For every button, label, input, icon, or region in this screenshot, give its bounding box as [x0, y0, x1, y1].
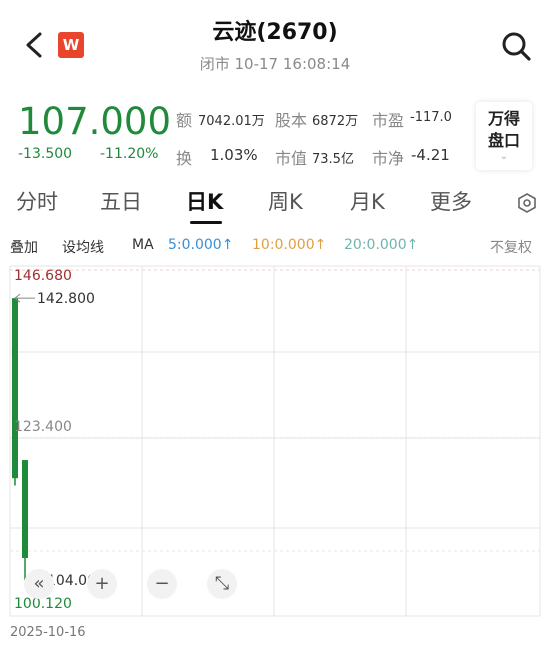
pb-label: 市净 — [372, 149, 405, 168]
turnover-label: 额 — [176, 111, 193, 130]
active-tab-indicator — [190, 221, 222, 224]
candle-body — [12, 298, 18, 479]
tab-weekly-k[interactable]: 周K — [268, 186, 303, 216]
chart-period-tabs: 分时 五日 日K 周K 月K 更多 — [0, 180, 550, 224]
chevron-down-icon: ⌄ — [499, 151, 509, 162]
overlay-button[interactable]: 叠加 — [10, 237, 38, 257]
y-axis-top-label: 146.680 — [14, 268, 72, 284]
mktcap-label: 市值 — [275, 149, 308, 168]
tab-monthly-k[interactable]: 月K — [350, 186, 385, 216]
zoom-out-icon[interactable]: − — [147, 569, 177, 599]
wande-line1: 万得 — [487, 109, 520, 128]
turnover-rate-value: 1.03% — [210, 146, 258, 164]
y-axis-mid-label: 123.400 — [14, 419, 72, 435]
turnover-rate-label: 换 — [176, 149, 193, 168]
search-icon[interactable] — [500, 30, 532, 62]
candles-group — [12, 298, 28, 580]
header: W 云迹(2670) 闭市 10-17 16:08:14 — [0, 0, 550, 92]
adjust-mode-button[interactable]: 不复权 — [490, 237, 532, 257]
scroll-left-icon[interactable]: « — [24, 569, 54, 599]
kline-chart[interactable]: 142.800104.000 — [0, 262, 550, 622]
pe-label: 市盈 — [372, 111, 405, 130]
tab-five-day[interactable]: 五日 — [100, 186, 142, 216]
tab-more[interactable]: 更多 — [430, 186, 472, 216]
turnover-value: 7042.01万 — [198, 114, 265, 129]
ma-indicator-bar: 叠加 设均线 MA 5:0.000↑ 10:0.000↑ 20:0.000↑ 不… — [0, 232, 550, 260]
high-marker-label: 142.800 — [37, 291, 95, 307]
x-axis-date: 2025-10-16 — [10, 625, 86, 640]
wande-line2: 盘口 — [487, 131, 520, 150]
ma-label: MA — [132, 237, 154, 253]
price-change: -13.500 — [18, 146, 73, 162]
chart-grid — [9, 265, 541, 617]
market-status: 闭市 10-17 16:08:14 — [199, 55, 351, 73]
pb-value: -4.21 — [411, 146, 450, 164]
tab-daily-k[interactable]: 日K — [186, 186, 223, 216]
candle-body — [22, 460, 28, 559]
shares-label: 股本 — [275, 111, 308, 130]
price-markers-group: 142.800104.000 — [14, 291, 105, 589]
mktcap-value: 73.5亿 — [312, 152, 354, 167]
ma20-value: 20:0.000↑ — [344, 237, 419, 253]
shares-value: 6872万 — [312, 114, 359, 129]
page-title: 云迹(2670) — [212, 20, 338, 45]
set-ma-button[interactable]: 设均线 — [62, 237, 104, 257]
fullscreen-icon[interactable]: ⤡ — [207, 569, 237, 599]
ma5-value: 5:0.000↑ — [168, 237, 234, 253]
pe-value: -117.0 — [410, 110, 452, 125]
zoom-in-icon[interactable]: + — [87, 569, 117, 599]
price-change-pct: -11.20% — [100, 146, 159, 162]
settings-hexagon-icon[interactable] — [516, 192, 538, 214]
ma10-value: 10:0.000↑ — [252, 237, 327, 253]
tab-intraday[interactable]: 分时 — [16, 186, 58, 216]
wande-orderbook-button[interactable]: 万得 盘口 ⌄ — [476, 102, 532, 170]
last-price: 107.000 — [18, 100, 172, 143]
